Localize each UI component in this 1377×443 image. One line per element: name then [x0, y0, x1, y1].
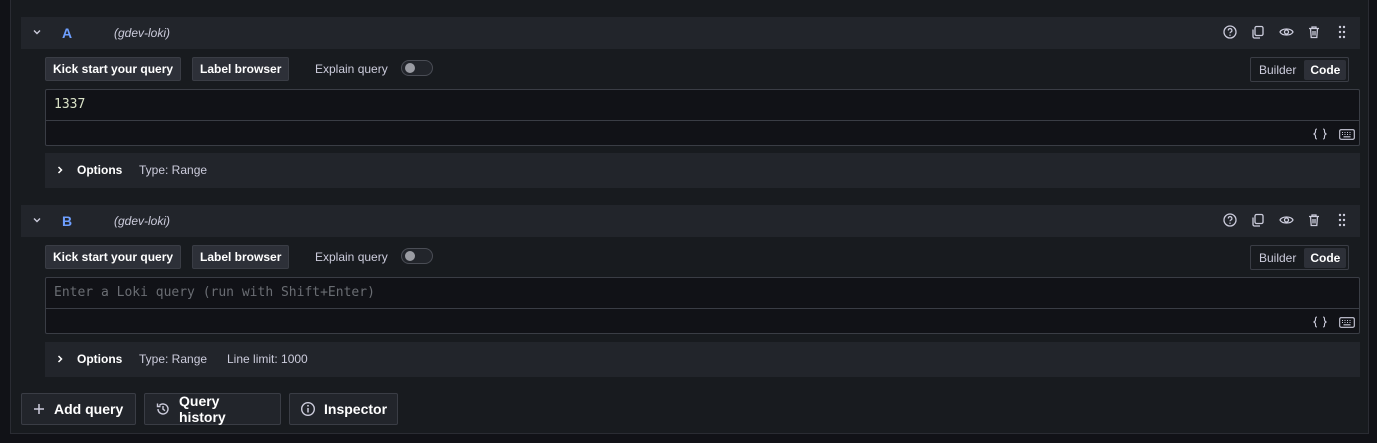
editor-input-line[interactable]: Enter a Loki query (run with Shift+Enter… [46, 278, 1359, 309]
editor-placeholder: Enter a Loki query (run with Shift+Enter… [54, 285, 375, 300]
query-ref-label[interactable]: B [62, 213, 72, 229]
add-query-button[interactable]: Add query [21, 393, 136, 425]
label-browser-button[interactable]: Label browser [192, 57, 290, 81]
toggle-knob [405, 63, 415, 73]
chevron-down-icon[interactable] [31, 214, 43, 226]
inspector-button[interactable]: Inspector [289, 393, 398, 425]
braces-icon[interactable] [1313, 316, 1327, 328]
explain-query-toggle[interactable] [401, 60, 433, 76]
editor-mode-switch: Builder Code [1250, 245, 1350, 270]
options-row[interactable]: Options Type: Range [45, 153, 1360, 188]
history-icon [155, 401, 171, 417]
datasource-name: (gdev-loki) [114, 214, 171, 228]
keyboard-icon[interactable] [1339, 128, 1355, 140]
query-code-editor[interactable]: Enter a Loki query (run with Shift+Enter… [45, 277, 1360, 334]
kick-start-button[interactable]: Kick start your query [45, 57, 182, 81]
eye-icon[interactable] [1278, 24, 1294, 40]
add-query-label: Add query [54, 401, 124, 417]
query-history-label: Query history [179, 393, 226, 425]
drag-handle-icon[interactable] [1334, 24, 1350, 40]
info-circle-icon [300, 401, 316, 417]
editor-mode-switch: Builder Code [1250, 57, 1350, 82]
editor-input-line[interactable]: 1337 [46, 90, 1359, 121]
datasource-name: (gdev-loki) [114, 26, 171, 40]
drag-handle-icon[interactable] [1334, 212, 1350, 228]
chevron-down-icon[interactable] [31, 26, 43, 38]
chevron-right-icon [55, 164, 65, 176]
question-circle-icon[interactable] [1222, 24, 1238, 40]
query-header: A (gdev-loki) [21, 17, 1360, 49]
options-label: Options [77, 352, 123, 366]
query-header: B (gdev-loki) [21, 205, 1360, 237]
query-row-b: B (gdev-loki) Kick start your query Labe… [21, 205, 1360, 377]
mode-builder-option[interactable]: Builder [1253, 60, 1302, 80]
options-row[interactable]: Options Type: Range Line limit: 1000 [45, 342, 1360, 377]
inspector-label: Inspector [324, 401, 388, 417]
chevron-right-icon [55, 353, 65, 365]
options-type: Type: Range [139, 352, 208, 366]
options-type: Type: Range [139, 163, 208, 177]
query-history-button[interactable]: Query history [144, 393, 281, 425]
trash-icon[interactable] [1306, 24, 1322, 40]
options-line-limit: Line limit: 1000 [227, 352, 308, 366]
explain-query-label: Explain query [315, 250, 388, 264]
editor-value: 1337 [54, 97, 86, 112]
query-row-a: A (gdev-loki) Kick start your query Labe… [21, 17, 1360, 189]
query-code-editor[interactable]: 1337 [45, 89, 1360, 146]
copy-icon[interactable] [1250, 24, 1266, 40]
trash-icon[interactable] [1306, 212, 1322, 228]
explain-query-toggle[interactable] [401, 248, 433, 264]
question-circle-icon[interactable] [1222, 212, 1238, 228]
plus-icon [32, 402, 46, 416]
eye-icon[interactable] [1278, 212, 1294, 228]
options-label: Options [77, 163, 123, 177]
braces-icon[interactable] [1313, 128, 1327, 140]
explain-query-label: Explain query [315, 62, 388, 76]
mode-code-option[interactable]: Code [1304, 59, 1347, 80]
kick-start-button[interactable]: Kick start your query [45, 245, 182, 269]
mode-code-option[interactable]: Code [1304, 247, 1347, 268]
toggle-knob [405, 251, 415, 261]
label-browser-button[interactable]: Label browser [192, 245, 290, 269]
copy-icon[interactable] [1250, 212, 1266, 228]
query-ref-label[interactable]: A [62, 25, 72, 41]
mode-builder-option[interactable]: Builder [1253, 248, 1302, 268]
keyboard-icon[interactable] [1339, 316, 1355, 328]
